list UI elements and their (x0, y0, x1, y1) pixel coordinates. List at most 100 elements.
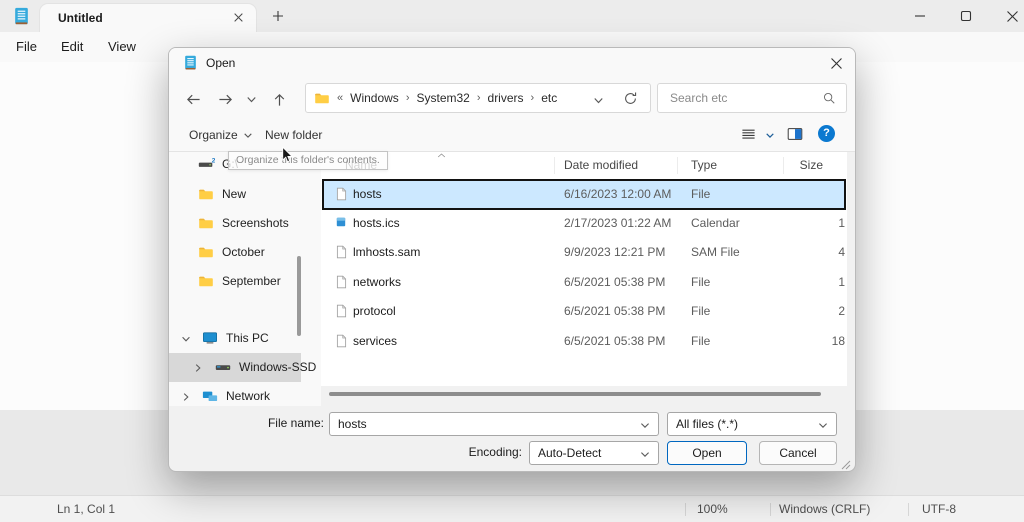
sidebar-item-windows-ssd[interactable]: Windows-SSD (169, 353, 301, 382)
chevron-down-icon[interactable] (181, 334, 191, 344)
encoding-status[interactable]: UTF-8 (922, 502, 956, 516)
address-dropdown-chevron[interactable] (593, 95, 604, 106)
file-type: File (691, 334, 710, 348)
file-name: services (353, 334, 397, 348)
file-date: 6/5/2021 05:38 PM (564, 275, 665, 289)
file-icon (334, 186, 349, 202)
line-ending-status[interactable]: Windows (CRLF) (779, 502, 870, 516)
list-view-icon[interactable] (741, 127, 756, 142)
minimize-button[interactable] (897, 0, 943, 32)
sidebar-item-september[interactable]: September (169, 267, 301, 296)
forward-button[interactable] (211, 88, 239, 110)
address-bar[interactable]: «Windows›System32›drivers›etc (305, 83, 651, 113)
breadcrumb-overflow-chevron[interactable]: « (337, 92, 343, 104)
caret-down-icon (244, 133, 252, 138)
column-header-type[interactable]: Type (691, 158, 717, 172)
new-tab-button[interactable] (272, 10, 284, 22)
encoding-dropdown[interactable]: Auto-Detect (529, 441, 659, 465)
tab-close-icon[interactable] (233, 12, 244, 23)
folder-icon (314, 90, 330, 106)
menu-edit[interactable]: Edit (55, 39, 89, 54)
cancel-button[interactable]: Cancel (759, 441, 837, 465)
column-header-size[interactable]: Size (763, 158, 823, 172)
file-type: File (691, 187, 710, 201)
network-icon (202, 388, 218, 404)
file-row-networks[interactable]: networks6/5/2021 05:38 PMFile1 (323, 268, 845, 297)
file-row-hosts[interactable]: hosts6/16/2023 12:00 AMFile (323, 180, 845, 209)
zoom-level-status[interactable]: 100% (697, 502, 728, 516)
preview-pane-icon[interactable] (787, 126, 803, 142)
sidebar-item-label: This PC (226, 331, 269, 345)
svg-text:2: 2 (212, 157, 215, 164)
chevron-right-icon[interactable] (193, 363, 203, 373)
maximize-button[interactable] (943, 0, 989, 32)
open-button[interactable]: Open (667, 441, 747, 465)
column-header-date-modified[interactable]: Date modified (564, 158, 638, 172)
sidebar-item-new[interactable]: New (169, 180, 301, 209)
drive-g-icon: 2 (198, 156, 215, 171)
chevron-down-icon (640, 451, 650, 458)
organize-tooltip: Organize this folder's contents. (228, 151, 388, 170)
sidebar-item-network[interactable]: Network (169, 382, 301, 411)
back-button[interactable] (179, 88, 207, 110)
file-date: 9/9/2023 12:21 PM (564, 245, 665, 259)
file-date: 6/5/2021 05:38 PM (564, 334, 665, 348)
view-options-caret-icon[interactable] (766, 133, 774, 138)
folder-icon (198, 273, 214, 289)
search-icon[interactable] (822, 91, 836, 105)
sidebar-item-screenshots[interactable]: Screenshots (169, 209, 301, 238)
sidebar-item-october[interactable]: October (169, 238, 301, 267)
refresh-icon[interactable] (623, 91, 638, 106)
tab-untitled[interactable]: Untitled (40, 4, 256, 32)
tab-title: Untitled (58, 11, 103, 25)
drive-icon (215, 359, 231, 375)
file-type-value: All files (*.*) (676, 417, 738, 431)
folder-icon (198, 215, 214, 231)
file-name-input[interactable] (330, 413, 658, 435)
file-icon (334, 333, 349, 349)
status-bar: Ln 1, Col 1 100% Windows (CRLF) UTF-8 (0, 495, 1024, 522)
this-pc-icon (202, 330, 218, 346)
menu-view[interactable]: View (102, 39, 142, 54)
recent-locations-chevron[interactable] (241, 88, 261, 110)
up-button[interactable] (265, 88, 293, 110)
chevron-down-icon[interactable] (640, 422, 650, 429)
help-icon[interactable] (818, 125, 835, 142)
mouse-cursor (281, 146, 293, 164)
breadcrumb-segment-system32[interactable]: System32 (416, 91, 469, 105)
horizontal-scrollbar[interactable] (329, 392, 821, 396)
search-box (657, 83, 847, 113)
encoding-value: Auto-Detect (538, 446, 601, 460)
chevron-right-icon[interactable] (181, 392, 191, 402)
cursor-position-status: Ln 1, Col 1 (57, 502, 115, 516)
breadcrumb-segment-windows[interactable]: Windows (350, 91, 399, 105)
file-type-dropdown[interactable]: All files (*.*) (667, 412, 837, 436)
file-icon (334, 244, 349, 260)
sidebar-item-this-pc[interactable]: This PC (169, 324, 301, 353)
menu-file[interactable]: File (10, 39, 43, 54)
file-row-services[interactable]: services6/5/2021 05:38 PMFile18 (323, 327, 845, 356)
encoding-label: Encoding: (434, 445, 522, 459)
file-row-protocol[interactable]: protocol6/5/2021 05:38 PMFile2 (323, 297, 845, 326)
resize-grip[interactable] (841, 460, 851, 470)
breadcrumb-segment-etc[interactable]: etc (541, 91, 557, 105)
dialog-close-button[interactable] (821, 50, 851, 76)
breadcrumb-segment-drivers[interactable]: drivers (488, 91, 524, 105)
organize-button[interactable]: Organize (189, 128, 252, 142)
notepad-dialog-icon (184, 55, 197, 71)
dialog-title: Open (206, 56, 235, 70)
search-input[interactable] (657, 83, 847, 113)
close-window-button[interactable] (989, 0, 1024, 32)
sidebar-item-label: October (222, 245, 265, 259)
status-divider (770, 503, 771, 516)
breadcrumb-separator: › (406, 92, 410, 104)
new-folder-button[interactable]: New folder (265, 128, 322, 142)
sort-ascending-caret-icon (437, 153, 446, 158)
file-icon (334, 274, 349, 290)
file-row-lmhosts-sam[interactable]: lmhosts.sam9/9/2023 12:21 PMSAM File4 (323, 238, 845, 267)
file-size: 1 (761, 216, 845, 230)
file-row-hosts-ics[interactable]: hosts.ics2/17/2023 01:22 AMCalendar1 (323, 209, 845, 238)
sidebar-scrollbar[interactable] (297, 256, 301, 336)
sidebar-item-label: New (222, 187, 246, 201)
sidebar-item-label: Windows-SSD (239, 360, 316, 374)
